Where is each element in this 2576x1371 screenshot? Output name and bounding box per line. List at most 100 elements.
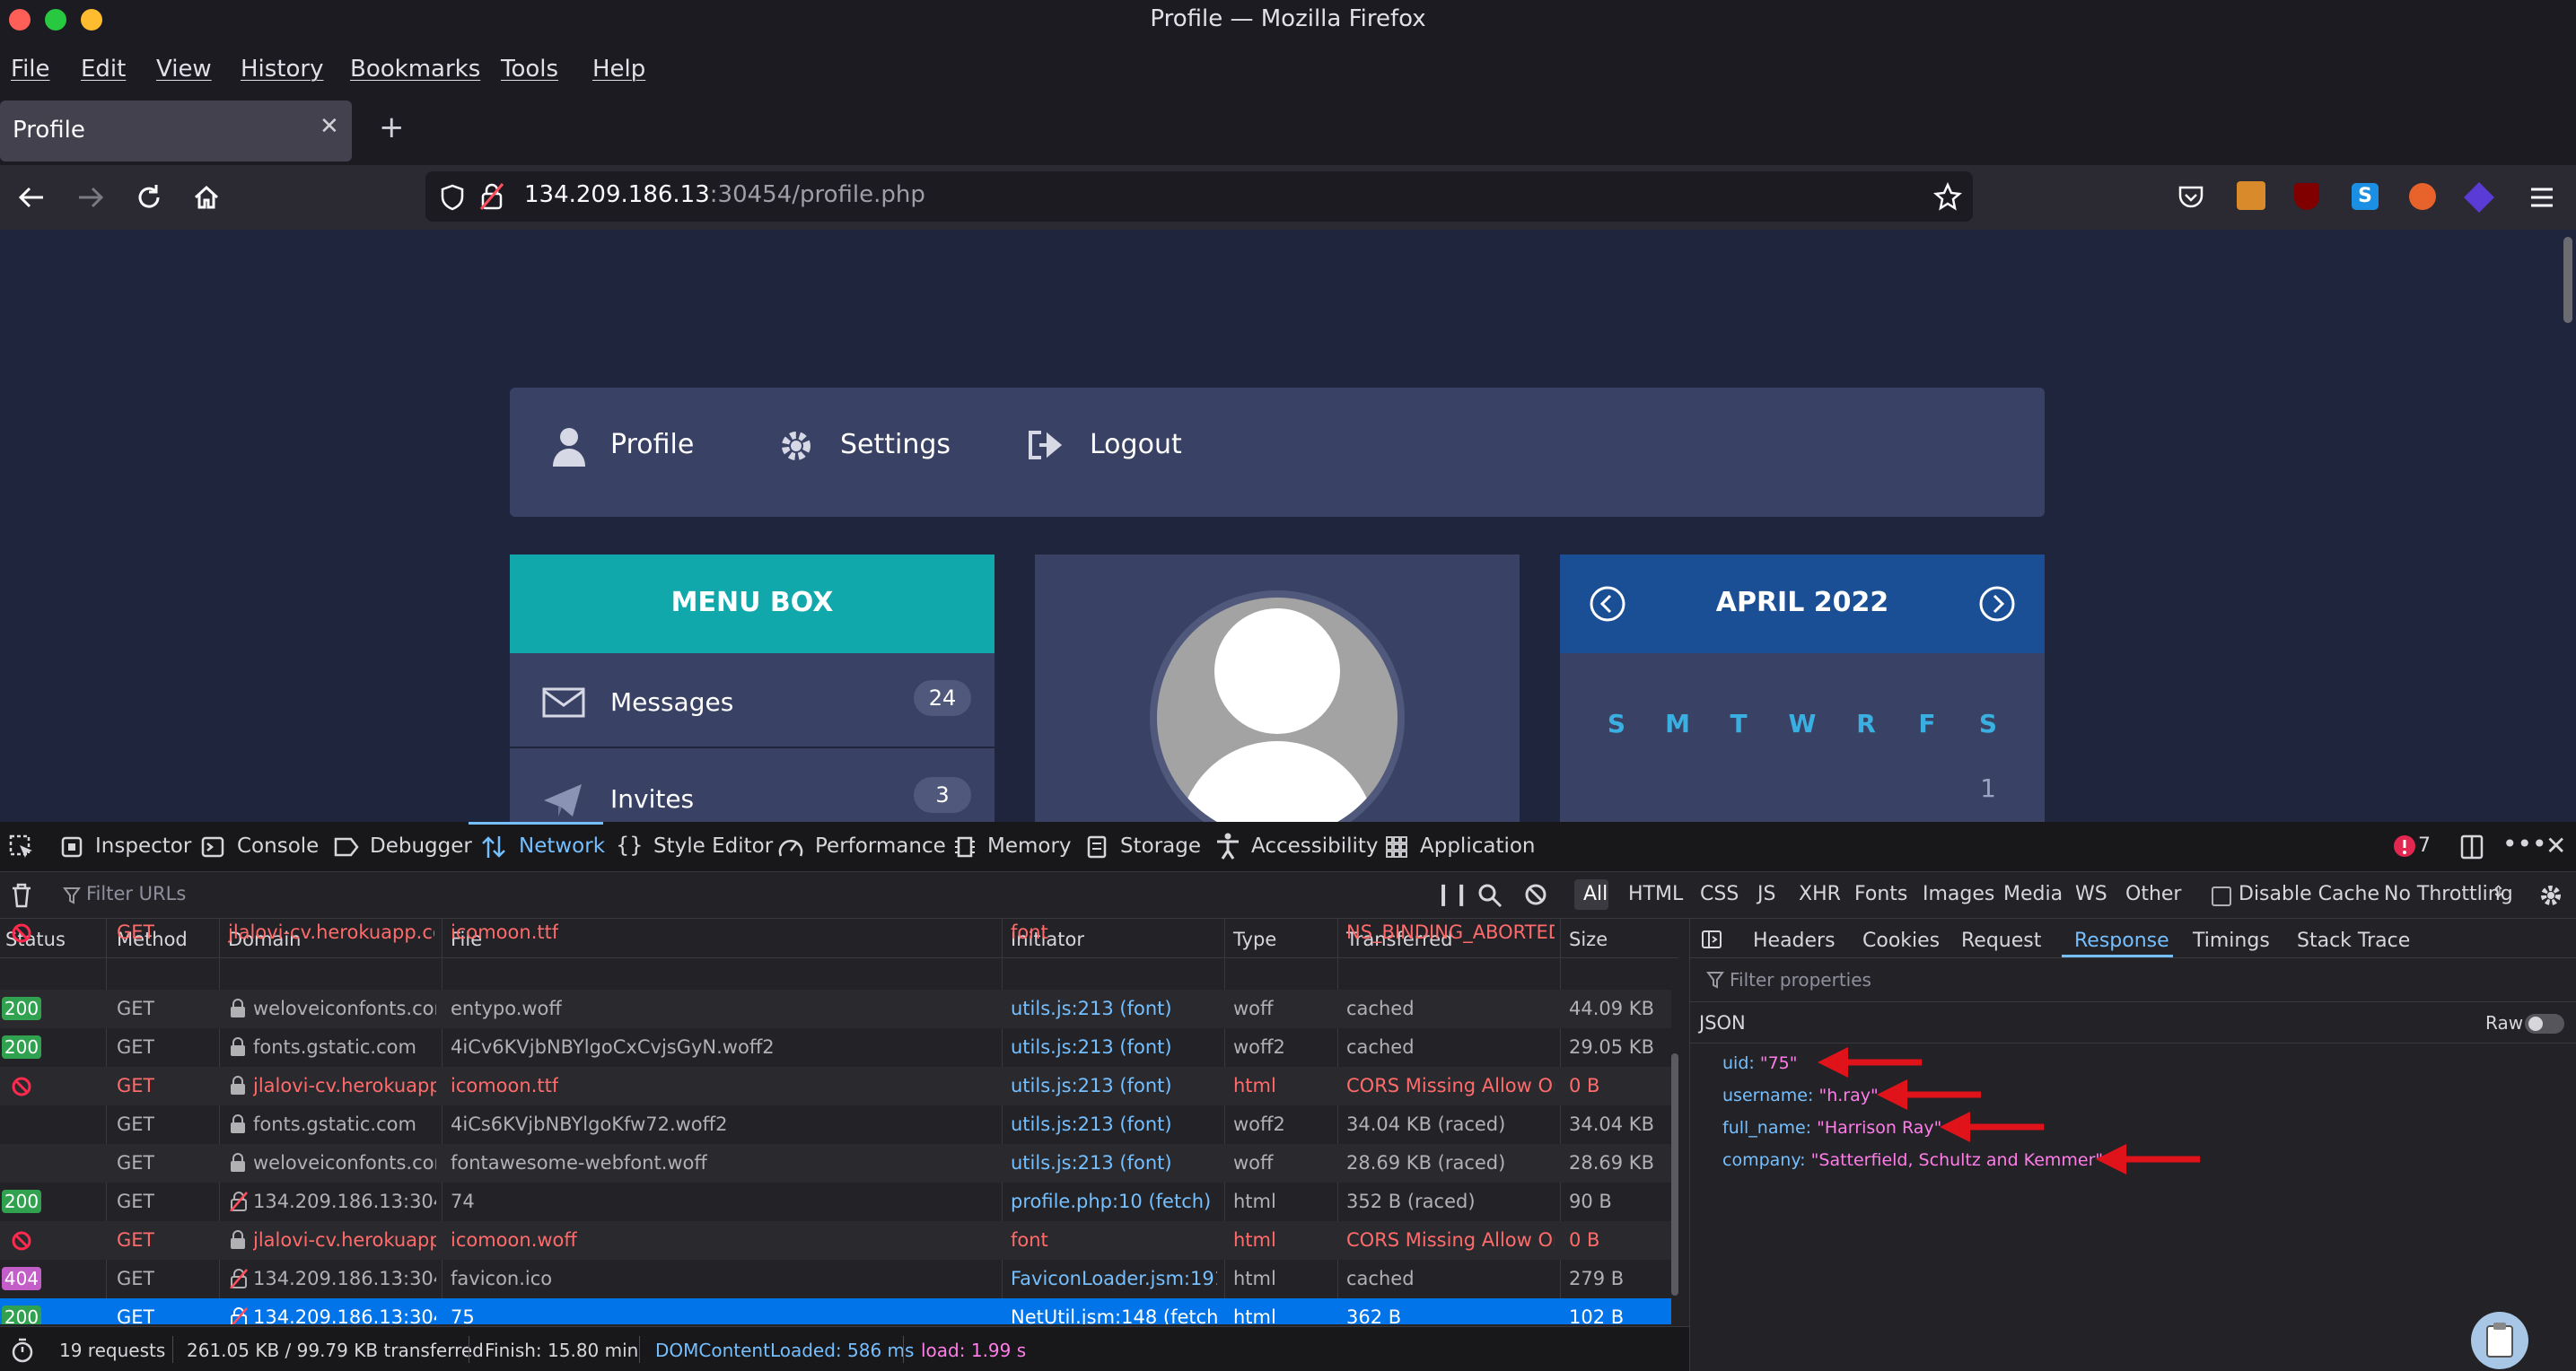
reload-icon[interactable] — [135, 183, 163, 212]
menu-bookmarks[interactable]: Bookmarks — [350, 56, 480, 83]
table-row[interactable]: GET fonts.gstatic.com 4iCs6KVjbNBYlgoKfw72… — [0, 1105, 1671, 1144]
devtools-tab-console[interactable]: Console — [237, 834, 319, 858]
more-options-icon[interactable]: ••• — [2502, 829, 2547, 859]
hamburger-menu-icon[interactable] — [2529, 187, 2554, 208]
floating-clipboard-button[interactable] — [2471, 1312, 2528, 1369]
nav-logout-link[interactable]: Logout — [1090, 429, 1182, 460]
error-icon[interactable] — [2393, 834, 2416, 858]
settings-gear-icon[interactable] — [2538, 883, 2563, 908]
row-initiator[interactable]: profile.php:10 (fetch) — [1011, 1191, 1211, 1212]
pause-icon[interactable]: ❙❙ — [1434, 881, 1470, 906]
table-row[interactable]: GET weloveiconfonts.com fontawesome-webfon… — [0, 1144, 1671, 1183]
calendar-day[interactable]: 1 — [1970, 773, 2006, 803]
close-tab-icon[interactable]: ✕ — [320, 113, 339, 140]
tab-profile[interactable]: Profile ✕ — [0, 100, 352, 162]
forward-icon[interactable] — [77, 185, 104, 210]
details-tab-stack-trace[interactable]: Stack Trace — [2297, 930, 2410, 952]
row-initiator[interactable]: FaviconLoader.jsm:191 (i... — [1011, 1268, 1217, 1289]
menu-item-messages[interactable]: Messages 24 — [510, 653, 994, 748]
extension-purple-icon[interactable] — [2464, 182, 2494, 213]
row-initiator[interactable]: utils.js:213 (font) — [1011, 1113, 1172, 1135]
table-row[interactable]: 200 GET 134.209.186.13:30454 74 profile.php:… — [0, 1183, 1671, 1221]
url-bar[interactable]: 134.209.186.13:30454/profile.php — [425, 171, 1973, 222]
filter-type-js[interactable]: JS — [1757, 883, 1775, 905]
devtools-tab-memory[interactable]: Memory — [987, 834, 1072, 858]
table-row[interactable]: GET jlalovi-cv.herokuapp.... icomoon.woff f… — [0, 1221, 1671, 1260]
row-initiator[interactable]: utils.js:213 (font) — [1011, 1152, 1172, 1174]
menu-edit[interactable]: Edit — [81, 56, 126, 83]
bookmark-star-icon[interactable] — [1933, 182, 1962, 211]
search-icon[interactable] — [1477, 883, 1503, 908]
close-devtools-icon[interactable]: ✕ — [2545, 831, 2566, 860]
menu-view[interactable]: View — [156, 56, 212, 83]
row-initiator[interactable]: utils.js:213 (font) — [1011, 1075, 1172, 1096]
devtools-tab-application[interactable]: Application — [1420, 834, 1536, 858]
devtools-tab-accessibility[interactable]: Accessibility — [1251, 834, 1379, 858]
back-icon[interactable] — [18, 185, 45, 210]
table-row[interactable]: 404 GET 134.209.186.13:30454 favicon.ico Fav… — [0, 1260, 1671, 1298]
table-row[interactable]: 200 GET fonts.gstatic.com 4iCv6KVjbNBYlgoCx… — [0, 1028, 1671, 1067]
raw-toggle[interactable] — [2525, 1014, 2564, 1034]
devtools-tab-performance[interactable]: Performance — [815, 834, 946, 858]
details-tab-headers[interactable]: Headers — [1753, 930, 1836, 952]
page-scrollbar[interactable] — [2563, 237, 2572, 323]
nav-settings-link[interactable]: Settings — [840, 429, 951, 460]
table-row[interactable]: GET jlalovi-cv.herokuapp.com icomoon.ttf fo… — [0, 919, 1671, 949]
row-initiator[interactable]: font — [1011, 921, 1048, 943]
menu-file[interactable]: File — [11, 56, 50, 83]
url-text[interactable]: 134.209.186.13:30454/profile.php — [524, 181, 925, 208]
toggle-sidebar-icon[interactable] — [1701, 930, 1722, 949]
details-tab-request[interactable]: Request — [1961, 930, 2041, 952]
devtools-tab-network[interactable]: Network — [519, 834, 605, 858]
filter-type-ws[interactable]: WS — [2075, 883, 2107, 905]
filter-type-all[interactable]: All — [1583, 883, 1608, 905]
extension-s-icon[interactable]: S — [2352, 183, 2379, 210]
filter-type-css[interactable]: CSS — [1700, 883, 1739, 905]
filter-type-images[interactable]: Images — [1923, 883, 1994, 905]
responsive-design-icon[interactable] — [2459, 834, 2484, 860]
filter-type-fonts[interactable]: Fonts — [1854, 883, 1907, 905]
envelope-icon — [542, 687, 585, 718]
filter-type-xhr[interactable]: XHR — [1799, 883, 1841, 905]
pocket-icon[interactable] — [2177, 185, 2204, 210]
menu-history[interactable]: History — [241, 56, 324, 83]
devtools-tab-debugger[interactable]: Debugger — [370, 834, 472, 858]
element-picker-icon[interactable] — [9, 834, 34, 860]
extension-wappalyzer-icon[interactable] — [2409, 183, 2436, 210]
extension-foxyproxy-icon[interactable] — [2237, 181, 2265, 210]
details-tab-cookies[interactable]: Cookies — [1862, 930, 1940, 952]
filter-type-html[interactable]: HTML — [1628, 883, 1683, 905]
table-scrollbar[interactable] — [1671, 1053, 1678, 1296]
row-initiator[interactable]: utils.js:213 (font) — [1011, 1036, 1172, 1058]
nav-profile-link[interactable]: Profile — [610, 429, 694, 460]
menu-help[interactable]: Help — [592, 56, 645, 83]
row-initiator[interactable]: font — [1011, 1229, 1048, 1251]
details-tab-response[interactable]: Response — [2074, 930, 2169, 952]
error-count[interactable]: 7 — [2418, 834, 2431, 857]
row-initiator[interactable]: utils.js:213 (font) — [1011, 998, 1172, 1019]
ublock-origin-icon[interactable] — [2294, 183, 2319, 210]
menu-tools[interactable]: Tools — [501, 56, 558, 83]
filter-urls-input[interactable]: Filter URLs — [86, 883, 186, 904]
chevron-right-circle-icon[interactable] — [1978, 585, 2016, 623]
table-row[interactable]: 200 GET 134.209.186.13:30454 75 NetUtil.jsm:… — [0, 1298, 1671, 1324]
shield-icon[interactable] — [440, 184, 465, 211]
menu-item-invites[interactable]: Invites 3 — [510, 750, 994, 822]
insecure-lock-icon[interactable] — [479, 182, 504, 211]
row-type: html — [1233, 1268, 1276, 1289]
row-initiator[interactable]: NetUtil.jsm:148 (fetch) — [1011, 1306, 1217, 1324]
filter-properties-input[interactable]: Filter properties — [1730, 969, 1871, 991]
new-tab-icon[interactable]: + — [379, 109, 405, 145]
filter-type-other[interactable]: Other — [2125, 883, 2181, 905]
table-row[interactable]: GET jlalovi-cv.herokuapp.... icomoon.ttf ut… — [0, 1067, 1671, 1105]
block-icon[interactable] — [1524, 883, 1547, 906]
devtools-tab-storage[interactable]: Storage — [1120, 834, 1201, 858]
devtools-tab-style-editor[interactable]: Style Editor — [653, 834, 773, 858]
disable-cache-checkbox[interactable] — [2212, 886, 2231, 906]
trash-icon[interactable] — [11, 883, 32, 908]
devtools-tab-inspector[interactable]: Inspector — [95, 834, 191, 858]
filter-type-media[interactable]: Media — [2003, 883, 2063, 905]
details-tab-timings[interactable]: Timings — [2193, 930, 2270, 952]
table-row[interactable]: 200 GET weloveiconfonts.com entypo.woff util… — [0, 990, 1671, 1028]
home-icon[interactable] — [192, 183, 221, 212]
